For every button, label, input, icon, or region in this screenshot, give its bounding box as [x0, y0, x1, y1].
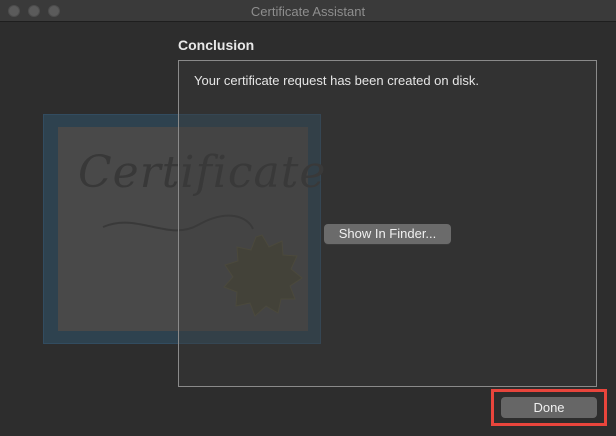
certificate-assistant-window: Certificate Assistant Certificate Conclu… — [0, 0, 616, 436]
done-button[interactable]: Done — [501, 397, 597, 418]
page-title: Conclusion — [178, 37, 255, 53]
title-bar: Certificate Assistant — [0, 0, 616, 22]
window-title: Certificate Assistant — [250, 4, 366, 19]
conclusion-panel: Your certificate request has been create… — [178, 60, 597, 387]
show-in-finder-button[interactable]: Show In Finder... — [324, 224, 451, 244]
status-message: Your certificate request has been create… — [194, 73, 479, 88]
